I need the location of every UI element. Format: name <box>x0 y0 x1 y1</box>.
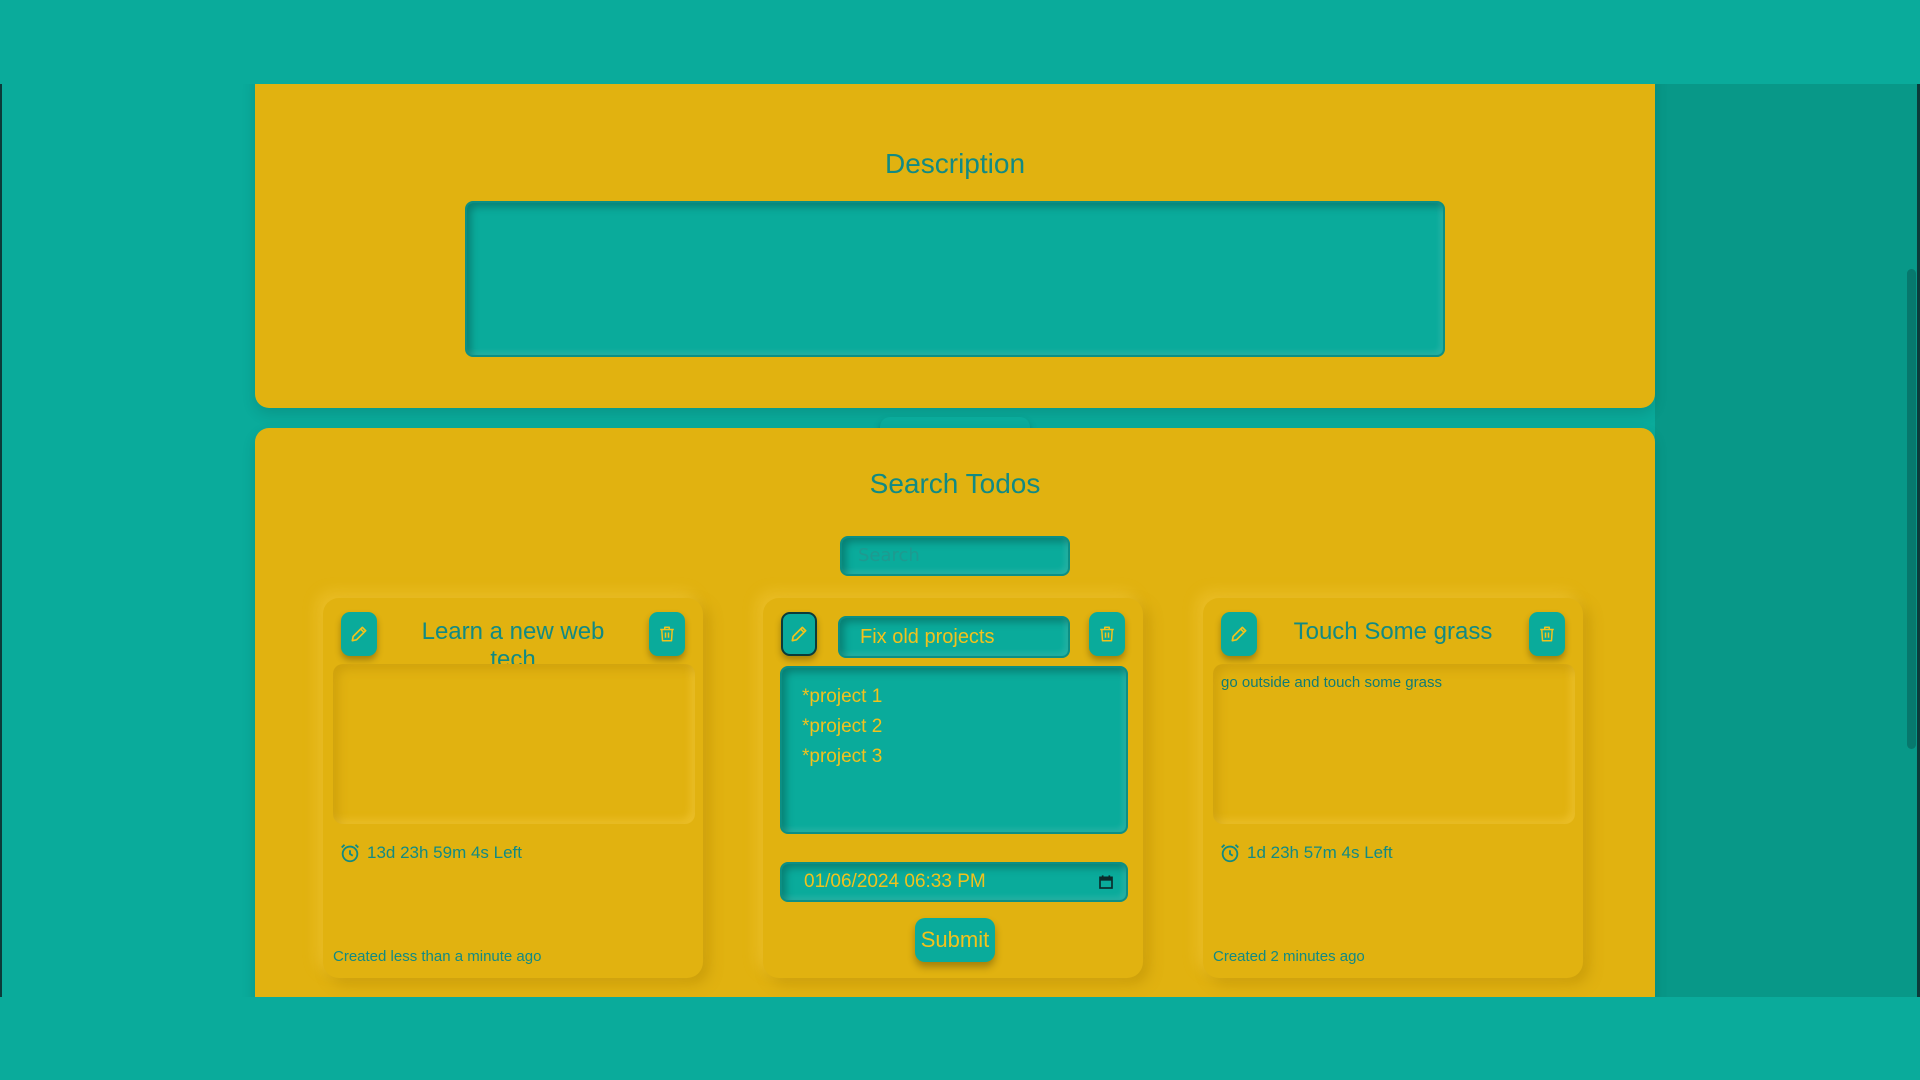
page-background-right <box>1655 84 1910 997</box>
edit-button[interactable] <box>1221 612 1257 656</box>
created-time: Created less than a minute ago <box>333 948 542 965</box>
submit-button[interactable]: Submit <box>915 918 995 962</box>
edit-title-input[interactable]: Fix old projects <box>838 616 1070 658</box>
todo-card: Learn a new web tech 13d 23h 59m 4s Left… <box>323 598 703 978</box>
time-left-text: 1d 23h 57m 4s Left <box>1247 843 1393 862</box>
search-todos-panel: Search Todos Search Learn a new web tech… <box>255 428 1655 997</box>
alarm-clock-icon <box>1221 844 1239 863</box>
todo-card: Touch Some grass go outside and touch so… <box>1203 598 1583 978</box>
todo-title: Touch Some grass <box>1293 618 1493 645</box>
created-time: Created 2 minutes ago <box>1213 948 1365 965</box>
todo-description: go outside and touch some grass <box>1213 664 1575 824</box>
pencil-icon <box>791 626 807 642</box>
delete-button[interactable] <box>1089 612 1125 656</box>
trash-icon <box>1540 626 1554 642</box>
todo-description <box>333 664 695 824</box>
edit-button[interactable] <box>781 612 817 656</box>
time-left: 13d 23h 59m 4s Left <box>339 842 522 864</box>
due-date-input[interactable]: 01/06/2024 06:33 PM <box>780 862 1128 902</box>
search-input[interactable]: Search <box>840 536 1070 576</box>
alarm-clock-icon <box>341 844 359 863</box>
time-left: 1d 23h 57m 4s Left <box>1219 842 1393 864</box>
pencil-icon <box>351 626 367 642</box>
trash-icon <box>1100 626 1114 642</box>
delete-button[interactable] <box>1529 612 1565 656</box>
description-textarea[interactable] <box>465 201 1445 357</box>
trash-icon <box>660 626 674 642</box>
edit-button[interactable] <box>341 612 377 656</box>
add-todo-panel: Description Add Todo <box>255 84 1655 461</box>
description-label: Description <box>884 148 1026 179</box>
time-left-text: 13d 23h 59m 4s Left <box>367 843 523 862</box>
edit-description-textarea[interactable]: *project 1 *project 2 *project 3 <box>780 666 1128 834</box>
delete-button[interactable] <box>649 612 685 656</box>
scrollbar-thumb[interactable] <box>1907 269 1916 749</box>
window-edge-left <box>0 84 2 997</box>
calendar-icon[interactable] <box>1098 874 1114 890</box>
pencil-icon <box>1231 626 1247 642</box>
search-todos-heading: Search Todos <box>869 468 1041 499</box>
app-viewport: Description Add Todo Search Todos Search… <box>0 84 1920 997</box>
todo-card-editing: Fix old projects *project 1 *project 2 *… <box>763 598 1143 978</box>
due-date-value: 01/06/2024 06:33 PM <box>804 871 986 892</box>
